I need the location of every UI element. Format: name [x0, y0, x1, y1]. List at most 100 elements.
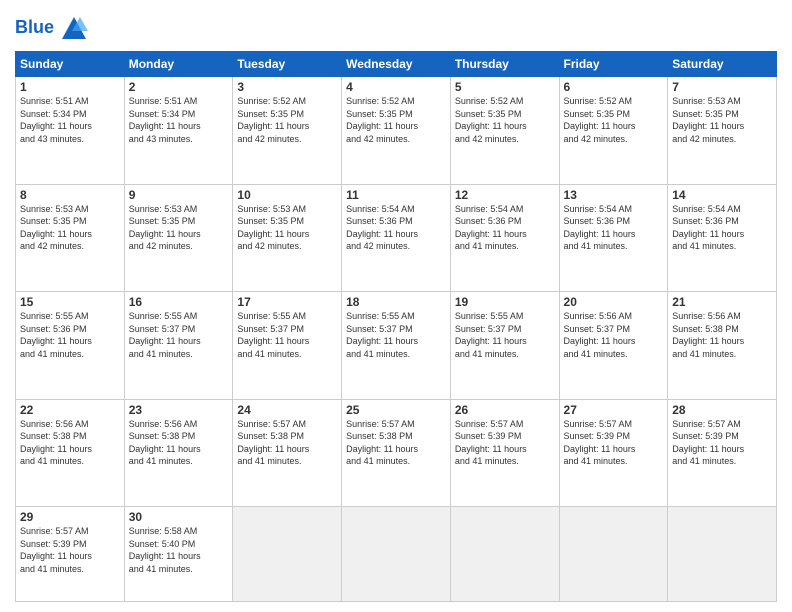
calendar-cell: 3Sunrise: 5:52 AM Sunset: 5:35 PM Daylig…: [233, 77, 342, 185]
calendar-cell: 8Sunrise: 5:53 AM Sunset: 5:35 PM Daylig…: [16, 184, 125, 292]
day-info: Sunrise: 5:56 AM Sunset: 5:38 PM Dayligh…: [129, 418, 229, 468]
day-number: 14: [672, 188, 772, 202]
day-info: Sunrise: 5:57 AM Sunset: 5:39 PM Dayligh…: [455, 418, 555, 468]
calendar-cell: 4Sunrise: 5:52 AM Sunset: 5:35 PM Daylig…: [342, 77, 451, 185]
day-number: 17: [237, 295, 337, 309]
col-header-friday: Friday: [559, 52, 668, 77]
header: Blue: [15, 15, 777, 43]
day-info: Sunrise: 5:51 AM Sunset: 5:34 PM Dayligh…: [20, 95, 120, 145]
calendar-cell: 14Sunrise: 5:54 AM Sunset: 5:36 PM Dayli…: [668, 184, 777, 292]
day-number: 16: [129, 295, 229, 309]
day-info: Sunrise: 5:53 AM Sunset: 5:35 PM Dayligh…: [672, 95, 772, 145]
day-info: Sunrise: 5:55 AM Sunset: 5:37 PM Dayligh…: [455, 310, 555, 360]
day-number: 15: [20, 295, 120, 309]
col-header-wednesday: Wednesday: [342, 52, 451, 77]
day-info: Sunrise: 5:53 AM Sunset: 5:35 PM Dayligh…: [129, 203, 229, 253]
day-number: 28: [672, 403, 772, 417]
calendar-cell: 9Sunrise: 5:53 AM Sunset: 5:35 PM Daylig…: [124, 184, 233, 292]
col-header-saturday: Saturday: [668, 52, 777, 77]
day-number: 6: [564, 80, 664, 94]
calendar-cell: 24Sunrise: 5:57 AM Sunset: 5:38 PM Dayli…: [233, 399, 342, 507]
calendar-cell: 15Sunrise: 5:55 AM Sunset: 5:36 PM Dayli…: [16, 292, 125, 400]
calendar-cell: [668, 507, 777, 602]
calendar-cell: 28Sunrise: 5:57 AM Sunset: 5:39 PM Dayli…: [668, 399, 777, 507]
calendar-cell: [342, 507, 451, 602]
logo-icon: [60, 15, 88, 43]
calendar-cell: 17Sunrise: 5:55 AM Sunset: 5:37 PM Dayli…: [233, 292, 342, 400]
day-info: Sunrise: 5:53 AM Sunset: 5:35 PM Dayligh…: [20, 203, 120, 253]
calendar-cell: 7Sunrise: 5:53 AM Sunset: 5:35 PM Daylig…: [668, 77, 777, 185]
day-number: 9: [129, 188, 229, 202]
day-info: Sunrise: 5:56 AM Sunset: 5:38 PM Dayligh…: [20, 418, 120, 468]
day-number: 29: [20, 510, 120, 524]
day-info: Sunrise: 5:56 AM Sunset: 5:38 PM Dayligh…: [672, 310, 772, 360]
day-info: Sunrise: 5:55 AM Sunset: 5:37 PM Dayligh…: [129, 310, 229, 360]
day-number: 22: [20, 403, 120, 417]
day-info: Sunrise: 5:52 AM Sunset: 5:35 PM Dayligh…: [564, 95, 664, 145]
col-header-thursday: Thursday: [450, 52, 559, 77]
day-info: Sunrise: 5:55 AM Sunset: 5:36 PM Dayligh…: [20, 310, 120, 360]
day-info: Sunrise: 5:54 AM Sunset: 5:36 PM Dayligh…: [672, 203, 772, 253]
day-number: 1: [20, 80, 120, 94]
day-info: Sunrise: 5:51 AM Sunset: 5:34 PM Dayligh…: [129, 95, 229, 145]
day-info: Sunrise: 5:57 AM Sunset: 5:38 PM Dayligh…: [237, 418, 337, 468]
day-info: Sunrise: 5:55 AM Sunset: 5:37 PM Dayligh…: [237, 310, 337, 360]
day-info: Sunrise: 5:56 AM Sunset: 5:37 PM Dayligh…: [564, 310, 664, 360]
day-number: 18: [346, 295, 446, 309]
day-info: Sunrise: 5:52 AM Sunset: 5:35 PM Dayligh…: [455, 95, 555, 145]
calendar-cell: 2Sunrise: 5:51 AM Sunset: 5:34 PM Daylig…: [124, 77, 233, 185]
calendar-cell: [233, 507, 342, 602]
day-info: Sunrise: 5:58 AM Sunset: 5:40 PM Dayligh…: [129, 525, 229, 575]
calendar-cell: 25Sunrise: 5:57 AM Sunset: 5:38 PM Dayli…: [342, 399, 451, 507]
day-number: 8: [20, 188, 120, 202]
calendar-cell: 29Sunrise: 5:57 AM Sunset: 5:39 PM Dayli…: [16, 507, 125, 602]
calendar-cell: 12Sunrise: 5:54 AM Sunset: 5:36 PM Dayli…: [450, 184, 559, 292]
day-number: 2: [129, 80, 229, 94]
calendar-cell: 11Sunrise: 5:54 AM Sunset: 5:36 PM Dayli…: [342, 184, 451, 292]
day-number: 23: [129, 403, 229, 417]
calendar-cell: 26Sunrise: 5:57 AM Sunset: 5:39 PM Dayli…: [450, 399, 559, 507]
calendar-cell: 13Sunrise: 5:54 AM Sunset: 5:36 PM Dayli…: [559, 184, 668, 292]
day-info: Sunrise: 5:54 AM Sunset: 5:36 PM Dayligh…: [455, 203, 555, 253]
day-number: 11: [346, 188, 446, 202]
day-number: 25: [346, 403, 446, 417]
day-info: Sunrise: 5:52 AM Sunset: 5:35 PM Dayligh…: [346, 95, 446, 145]
day-number: 27: [564, 403, 664, 417]
day-number: 13: [564, 188, 664, 202]
calendar-cell: 30Sunrise: 5:58 AM Sunset: 5:40 PM Dayli…: [124, 507, 233, 602]
day-number: 21: [672, 295, 772, 309]
calendar-table: SundayMondayTuesdayWednesdayThursdayFrid…: [15, 51, 777, 602]
day-number: 12: [455, 188, 555, 202]
calendar-cell: 21Sunrise: 5:56 AM Sunset: 5:38 PM Dayli…: [668, 292, 777, 400]
calendar-cell: 27Sunrise: 5:57 AM Sunset: 5:39 PM Dayli…: [559, 399, 668, 507]
day-info: Sunrise: 5:57 AM Sunset: 5:39 PM Dayligh…: [672, 418, 772, 468]
calendar-cell: 6Sunrise: 5:52 AM Sunset: 5:35 PM Daylig…: [559, 77, 668, 185]
calendar-cell: 5Sunrise: 5:52 AM Sunset: 5:35 PM Daylig…: [450, 77, 559, 185]
day-number: 10: [237, 188, 337, 202]
day-info: Sunrise: 5:54 AM Sunset: 5:36 PM Dayligh…: [346, 203, 446, 253]
day-number: 7: [672, 80, 772, 94]
calendar-cell: 19Sunrise: 5:55 AM Sunset: 5:37 PM Dayli…: [450, 292, 559, 400]
calendar-cell: [450, 507, 559, 602]
col-header-monday: Monday: [124, 52, 233, 77]
calendar-cell: 18Sunrise: 5:55 AM Sunset: 5:37 PM Dayli…: [342, 292, 451, 400]
calendar-cell: [559, 507, 668, 602]
day-number: 4: [346, 80, 446, 94]
day-info: Sunrise: 5:55 AM Sunset: 5:37 PM Dayligh…: [346, 310, 446, 360]
logo: Blue: [15, 15, 88, 43]
col-header-sunday: Sunday: [16, 52, 125, 77]
day-info: Sunrise: 5:54 AM Sunset: 5:36 PM Dayligh…: [564, 203, 664, 253]
calendar-cell: 1Sunrise: 5:51 AM Sunset: 5:34 PM Daylig…: [16, 77, 125, 185]
calendar-cell: 23Sunrise: 5:56 AM Sunset: 5:38 PM Dayli…: [124, 399, 233, 507]
calendar-cell: 20Sunrise: 5:56 AM Sunset: 5:37 PM Dayli…: [559, 292, 668, 400]
calendar-cell: 16Sunrise: 5:55 AM Sunset: 5:37 PM Dayli…: [124, 292, 233, 400]
day-info: Sunrise: 5:57 AM Sunset: 5:39 PM Dayligh…: [20, 525, 120, 575]
day-number: 19: [455, 295, 555, 309]
day-info: Sunrise: 5:57 AM Sunset: 5:38 PM Dayligh…: [346, 418, 446, 468]
day-number: 24: [237, 403, 337, 417]
day-number: 20: [564, 295, 664, 309]
day-number: 5: [455, 80, 555, 94]
page: Blue SundayMondayTuesdayWednesdayThursda…: [0, 0, 792, 612]
calendar-cell: 10Sunrise: 5:53 AM Sunset: 5:35 PM Dayli…: [233, 184, 342, 292]
day-info: Sunrise: 5:52 AM Sunset: 5:35 PM Dayligh…: [237, 95, 337, 145]
